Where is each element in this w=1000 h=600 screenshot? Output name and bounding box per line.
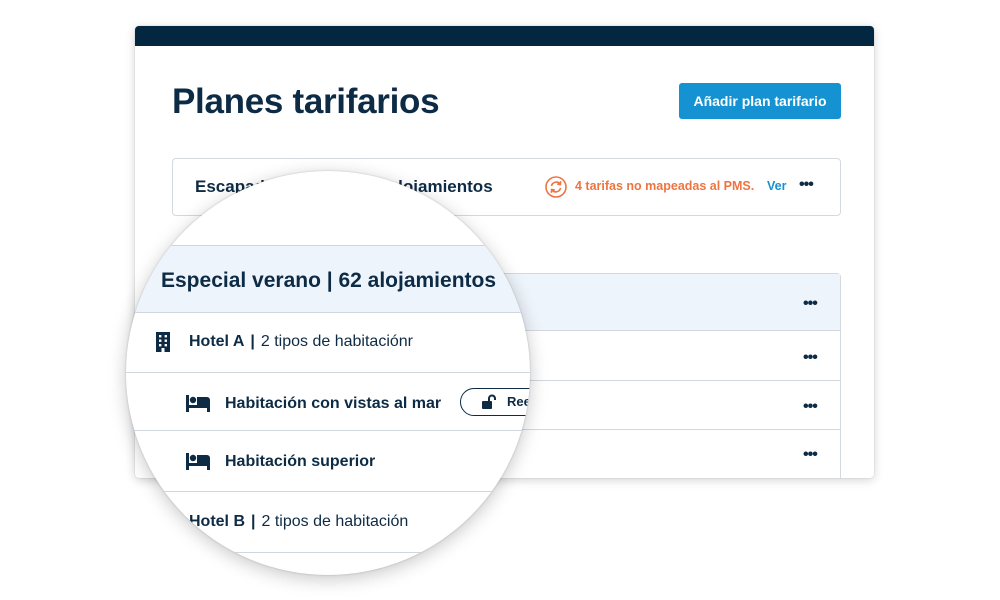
- unlock-icon: [482, 394, 496, 409]
- hotel-name: Hotel B: [189, 513, 245, 530]
- more-options-icon[interactable]: •••: [803, 350, 818, 366]
- hotel-info: Hotel B | 2 tipos de habitación: [189, 513, 408, 531]
- refundable-badge[interactable]: Reembolsable: [460, 388, 530, 416]
- more-options-icon[interactable]: •••: [803, 447, 818, 463]
- room-row[interactable]: Habitación superior: [126, 431, 530, 492]
- building-icon: [156, 332, 170, 352]
- building-icon: [156, 512, 170, 532]
- hotel-info: Hotel A | 2 tipos de habitaciónr: [189, 333, 413, 351]
- page-title: Planes tarifarios: [172, 82, 440, 121]
- stage: Planes tarifarios Añadir plan tarifario …: [0, 0, 1000, 600]
- add-rate-plan-button[interactable]: Añadir plan tarifario: [679, 83, 841, 119]
- top-bar: [135, 26, 874, 46]
- unmapped-rates-warning: 4 tarifas no mapeadas al PMS.: [575, 179, 755, 193]
- room-type-count: 2 tipos de habitaciónr: [260, 333, 413, 350]
- more-options-icon[interactable]: •••: [799, 177, 814, 193]
- more-options-icon[interactable]: •••: [803, 399, 818, 415]
- sync-warning-icon: [545, 176, 567, 198]
- bed-icon: [186, 395, 210, 412]
- badge-label: Reembolsable: [507, 394, 530, 409]
- separator: |: [250, 333, 255, 350]
- more-options-icon[interactable]: •••: [803, 296, 818, 312]
- magnified-plan-header[interactable]: Especial verano | 62 alojamientos: [126, 245, 530, 313]
- room-name: Habitación superior: [225, 453, 376, 470]
- separator: |: [251, 513, 256, 530]
- room-name: Habitación con vistas al mar: [225, 395, 442, 412]
- hotel-row[interactable]: Hotel A | 2 tipos de habitaciónr: [126, 312, 530, 373]
- plan-title: Especial verano | 62 alojamientos: [161, 269, 497, 292]
- bed-icon: [186, 453, 210, 470]
- magnifier-lens: Especial verano | 62 alojamientos Hotel …: [126, 171, 530, 575]
- room-type-count: 2 tipos de habitación: [261, 513, 409, 530]
- room-row[interactable]: Habitación con vistas al mar Reembolsabl…: [126, 373, 530, 431]
- view-link[interactable]: Ver: [767, 179, 786, 193]
- hotel-name: Hotel A: [189, 333, 245, 350]
- hotel-row[interactable]: Hotel B | 2 tipos de habitación: [126, 492, 530, 553]
